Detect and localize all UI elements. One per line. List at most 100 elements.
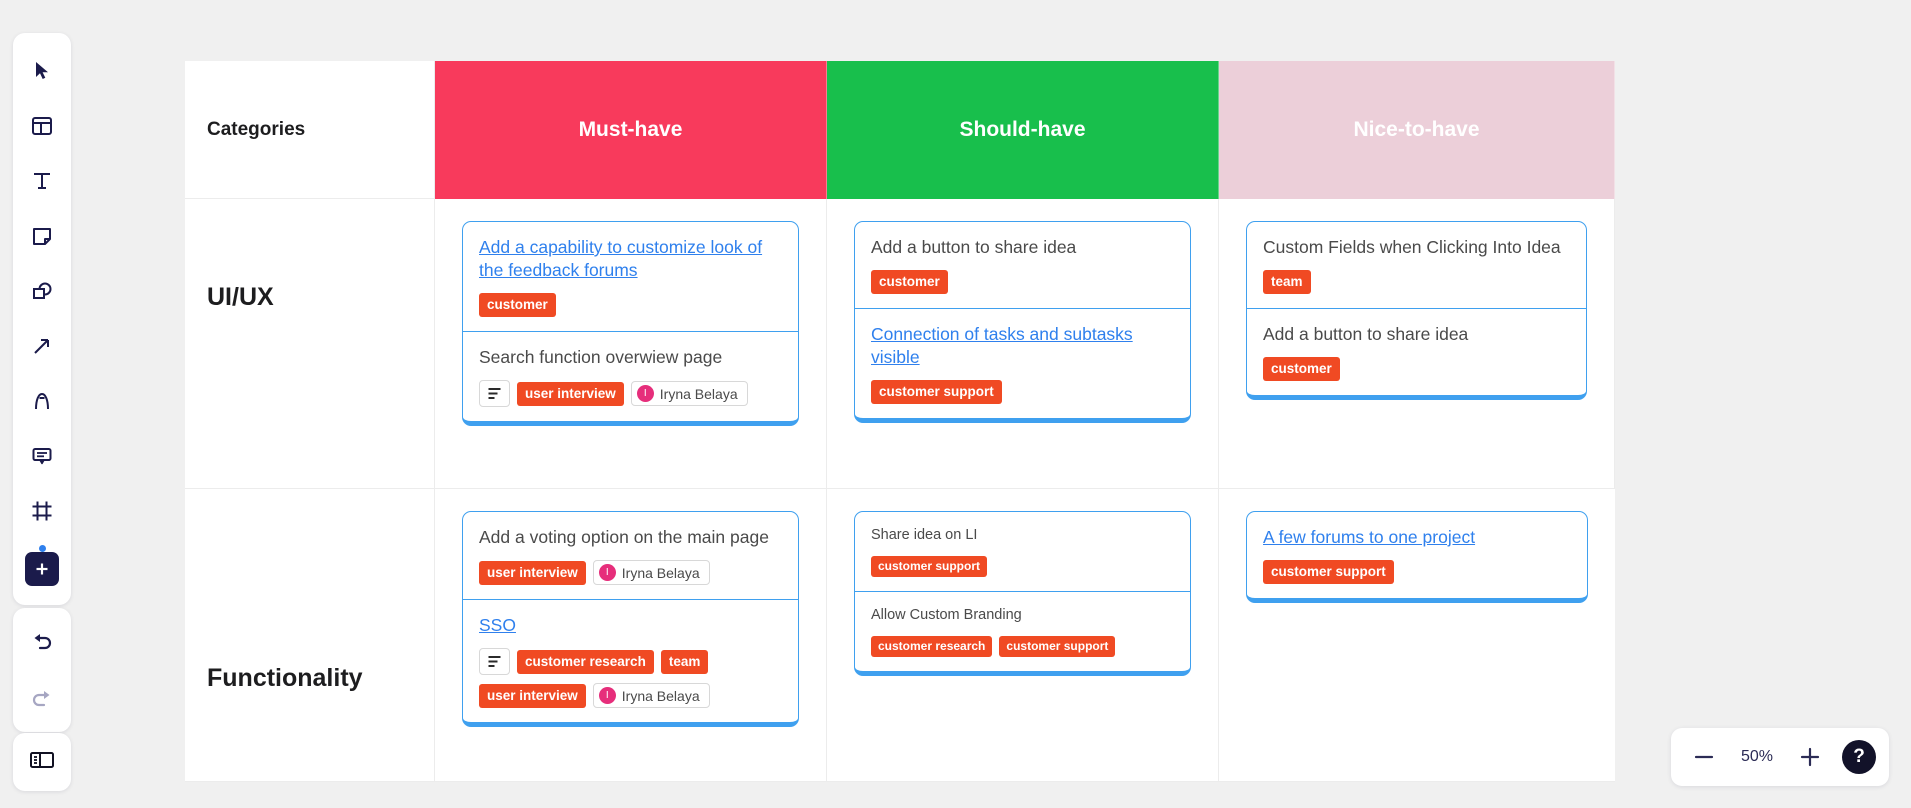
- card-stack: Custom Fields when Clicking Into Idea tea…: [1246, 221, 1587, 401]
- chip-row: user interview I Iryna Belaya: [479, 683, 782, 709]
- tag-chip[interactable]: team: [1263, 270, 1311, 295]
- redo-button[interactable]: [19, 669, 65, 724]
- tag-chip[interactable]: customer support: [871, 556, 988, 578]
- tag-chip[interactable]: customer research: [517, 649, 654, 674]
- tag-chip[interactable]: user interview: [517, 381, 624, 406]
- toggle-panel-button[interactable]: [13, 733, 71, 791]
- idea-card[interactable]: Custom Fields when Clicking Into Idea tea…: [1246, 221, 1587, 310]
- idea-card[interactable]: Search function overwiew page user interv…: [462, 332, 799, 427]
- header-label: Should-have: [959, 118, 1086, 141]
- matrix-cell-functionality-nice-to-have: A few forums to one project customer supp…: [1219, 489, 1615, 782]
- assignee-chip[interactable]: I Iryna Belaya: [630, 381, 748, 407]
- tag-chip[interactable]: team: [660, 649, 709, 674]
- tag-chip[interactable]: user interview: [479, 683, 586, 708]
- row-label: Functionality: [207, 664, 363, 692]
- matrix-header-nice-to-have: Nice-to-have: [1219, 61, 1615, 199]
- avatar: I: [598, 564, 616, 582]
- assignee-chip[interactable]: I Iryna Belaya: [592, 560, 710, 586]
- matrix-header-should-have: Should-have: [827, 61, 1219, 199]
- chip-row: team: [1263, 270, 1570, 295]
- idea-card-title-link[interactable]: Add a capability to customize look of th…: [479, 236, 782, 282]
- undo-button[interactable]: [19, 614, 65, 669]
- chip-row: user interview I Iryna Belaya: [479, 560, 782, 586]
- tag-chip[interactable]: customer research: [871, 636, 993, 658]
- chip-row: user interview I Iryna Belaya: [479, 380, 782, 408]
- tag-chip[interactable]: customer: [1263, 357, 1340, 382]
- chip-row: customer: [479, 293, 782, 318]
- idea-card[interactable]: Share idea on LI customer support: [854, 511, 1191, 593]
- frame-tool[interactable]: [19, 483, 65, 538]
- prioritization-matrix: Categories Must-have Should-have Nice-to…: [185, 61, 1615, 782]
- select-cursor-tool[interactable]: [19, 43, 65, 98]
- header-label: Must-have: [578, 118, 683, 141]
- tag-chip[interactable]: user interview: [479, 560, 586, 585]
- card-stack: A few forums to one project customer supp…: [1246, 511, 1588, 604]
- chip-row: customer support: [871, 380, 1174, 405]
- frame-layout-tool[interactable]: [19, 98, 65, 153]
- idea-card[interactable]: Add a button to share idea customer: [1246, 309, 1587, 401]
- add-more-tool[interactable]: [19, 538, 65, 593]
- card-stack: Add a capability to customize look of th…: [462, 221, 799, 427]
- assignee-name: Iryna Belaya: [621, 564, 700, 581]
- idea-card-title: Search function overwiew page: [479, 347, 723, 368]
- tag-chip[interactable]: customer support: [999, 636, 1116, 658]
- matrix-row-label-functionality: Functionality: [185, 489, 435, 782]
- arrow-connector-tool[interactable]: [19, 318, 65, 373]
- pen-draw-tool[interactable]: [19, 373, 65, 428]
- zoom-in-button[interactable]: [1797, 744, 1823, 770]
- description-icon[interactable]: [479, 648, 510, 676]
- idea-card-title-link[interactable]: SSO: [479, 614, 782, 637]
- idea-card-title-link[interactable]: A few forums to one project: [1263, 526, 1571, 549]
- card-stack: Add a voting option on the main page user…: [462, 511, 799, 728]
- card-stack: Add a button to share idea customer Connec…: [854, 221, 1191, 424]
- assignee-chip[interactable]: I Iryna Belaya: [592, 683, 710, 709]
- history-toolbar: [13, 608, 71, 732]
- matrix-header-must-have: Must-have: [435, 61, 827, 199]
- idea-card[interactable]: Allow Custom Branding customer research cu…: [854, 592, 1191, 677]
- chip-row: customer research customer support: [871, 636, 1174, 658]
- assignee-name: Iryna Belaya: [659, 385, 738, 402]
- idea-card-title: Allow Custom Branding: [871, 607, 1022, 624]
- idea-card[interactable]: A few forums to one project customer supp…: [1246, 511, 1588, 604]
- header-label: Categories: [207, 118, 306, 140]
- idea-card[interactable]: SSO customer research team user interview I I…: [462, 600, 799, 728]
- tag-chip[interactable]: customer: [871, 270, 948, 295]
- description-icon[interactable]: [479, 380, 510, 408]
- tag-chip[interactable]: customer: [479, 293, 556, 318]
- left-toolbar: [13, 33, 71, 605]
- card-stack: Share idea on LI customer support Allow Cu…: [854, 511, 1191, 677]
- idea-card-title: Custom Fields when Clicking Into Idea: [1263, 237, 1561, 257]
- idea-card[interactable]: Add a button to share idea customer: [854, 221, 1191, 310]
- plus-box-icon: [25, 551, 59, 586]
- matrix-cell-functionality-must-have: Add a voting option on the main page user…: [435, 489, 827, 782]
- question-mark-icon: ?: [1853, 746, 1865, 767]
- header-label: Nice-to-have: [1353, 118, 1480, 141]
- assignee-name: Iryna Belaya: [621, 687, 700, 704]
- chip-row: customer support: [871, 556, 1174, 578]
- matrix-cell-uiux-should-have: Add a button to share idea customer Connec…: [827, 199, 1219, 489]
- matrix-row-label-uiux: UI/UX: [185, 199, 435, 489]
- chip-row: customer: [1263, 357, 1570, 382]
- comment-tool[interactable]: [19, 428, 65, 483]
- sticky-note-tool[interactable]: [19, 208, 65, 263]
- idea-card[interactable]: Add a voting option on the main page user…: [462, 511, 799, 601]
- idea-card-title-link[interactable]: Connection of tasks and subtasks visible: [871, 323, 1174, 369]
- idea-card-title: Add a button to share idea: [871, 237, 1077, 257]
- tag-chip[interactable]: customer support: [1263, 560, 1394, 585]
- tag-chip[interactable]: customer support: [871, 380, 1002, 405]
- panel-toggle-icon: [29, 747, 55, 778]
- text-tool[interactable]: [19, 153, 65, 208]
- matrix-header-categories: Categories: [185, 61, 435, 199]
- avatar: I: [598, 687, 616, 705]
- idea-card[interactable]: Connection of tasks and subtasks visible…: [854, 309, 1191, 424]
- chip-row: customer: [871, 270, 1174, 295]
- help-button[interactable]: ?: [1842, 740, 1876, 774]
- idea-card-title: Share idea on LI: [871, 527, 978, 543]
- shapes-tool[interactable]: [19, 263, 65, 318]
- zoom-out-button[interactable]: [1691, 744, 1717, 770]
- avatar: I: [636, 385, 654, 403]
- matrix-cell-uiux-nice-to-have: Custom Fields when Clicking Into Idea tea…: [1219, 199, 1615, 489]
- zoom-controls: 50% ?: [1671, 728, 1889, 786]
- idea-card-title: Add a voting option on the main page: [479, 527, 769, 547]
- idea-card[interactable]: Add a capability to customize look of th…: [462, 221, 799, 333]
